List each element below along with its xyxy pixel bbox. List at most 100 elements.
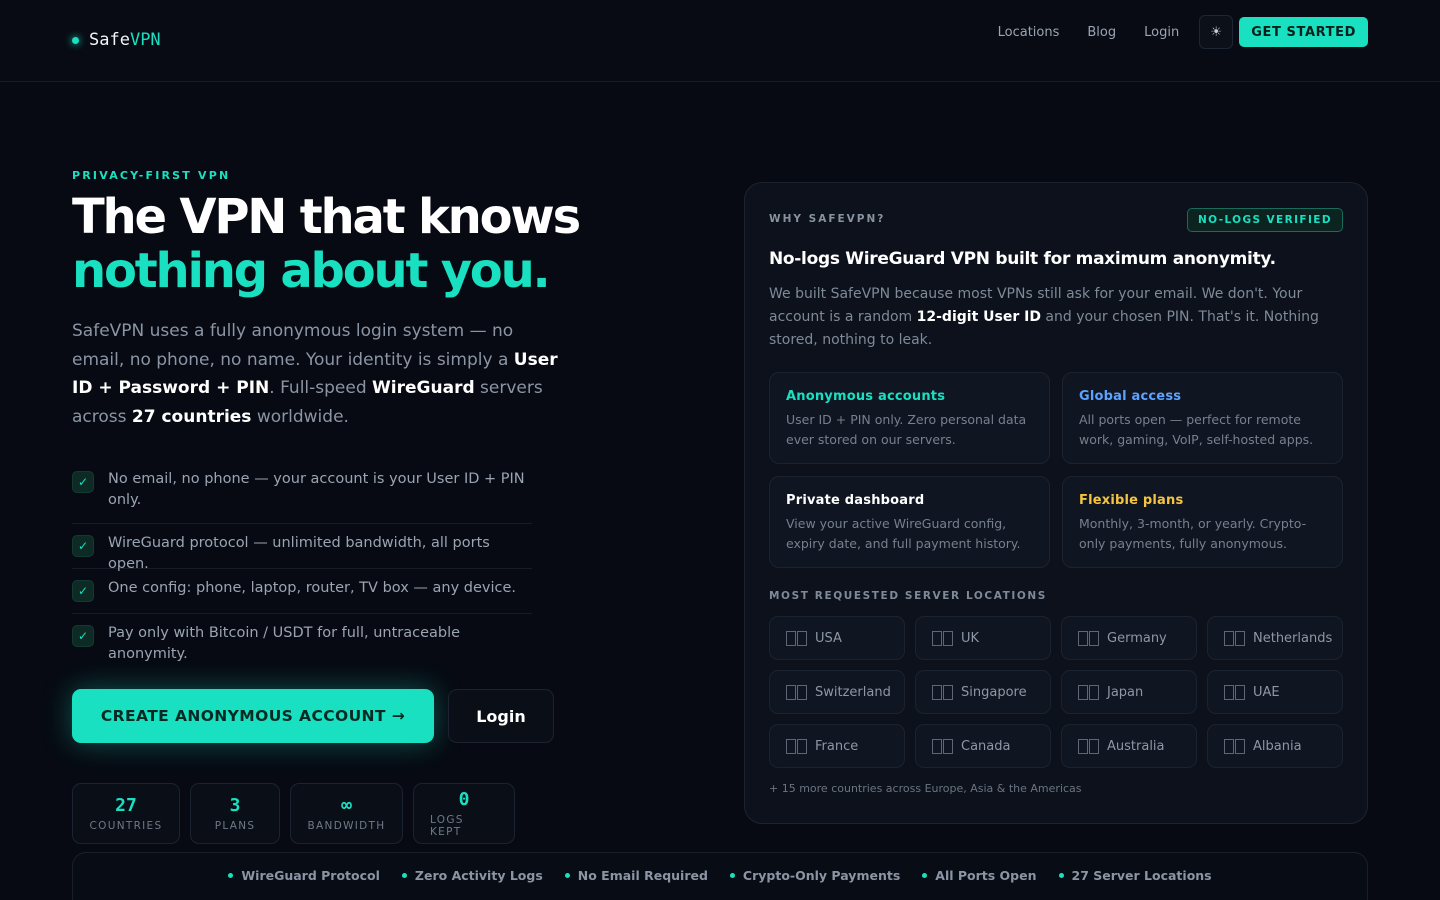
- location-name: Australia: [1107, 738, 1165, 754]
- strip-item: 27 Server Locations: [1058, 868, 1212, 883]
- flag-icon: [932, 684, 953, 700]
- dot-icon: [922, 873, 928, 878]
- headline-line-2: nothing about you.: [72, 243, 551, 299]
- location-name: Singapore: [961, 684, 1027, 700]
- login-button[interactable]: Login: [448, 689, 554, 743]
- card-description: We built SafeVPN because most VPNs still…: [769, 286, 1319, 348]
- strip-item-label: No Email Required: [577, 868, 708, 883]
- stats-row: 27 COUNTRIES 3 PLANS ∞ BANDWIDTH 0 LOGS …: [72, 783, 515, 844]
- card-title: No-logs WireGuard VPN built for maximum …: [769, 249, 1276, 269]
- location-name: Japan: [1107, 684, 1144, 700]
- brand-logo[interactable]: SafeVPN: [72, 30, 161, 50]
- flag-icon: [932, 738, 953, 754]
- hero-cta-group: CREATE ANONYMOUS ACCOUNT → Login: [72, 689, 554, 743]
- feature-flexible-plans: Flexible plans Monthly, 3-month, or year…: [1062, 476, 1343, 568]
- stat-plans: 3 PLANS: [190, 783, 280, 844]
- brand-dot-icon: [72, 36, 79, 44]
- dot-icon: [401, 873, 407, 878]
- feature-private-dashboard: Private dashboard View your active WireG…: [769, 476, 1050, 568]
- stat-logs: 0 LOGS KEPT: [413, 783, 515, 844]
- dot-icon: [1058, 873, 1064, 878]
- hero-headline: The VPN that knows nothing about you.: [72, 190, 632, 298]
- dot-icon: [564, 873, 570, 878]
- nav-links: Locations Blog Login ☀ GET STARTED: [998, 15, 1368, 49]
- check-icon: ✓: [72, 535, 94, 557]
- feature-global-access: Global access All ports open — perfect f…: [1062, 372, 1343, 464]
- location-chip-uae[interactable]: UAE: [1207, 670, 1343, 714]
- flag-icon: [1224, 738, 1245, 754]
- stat-countries: 27 COUNTRIES: [72, 783, 180, 844]
- strip-item: All Ports Open: [922, 868, 1037, 883]
- location-chip-singapore[interactable]: Singapore: [915, 670, 1051, 714]
- hero-lead: SafeVPN uses a fully anonymous login sys…: [72, 321, 558, 427]
- flag-icon: [786, 738, 807, 754]
- location-chip-netherlands[interactable]: Netherlands: [1207, 616, 1343, 660]
- location-chip-uk[interactable]: UK: [915, 616, 1051, 660]
- headline-line-1: The VPN that knows: [72, 189, 581, 245]
- location-chip-australia[interactable]: Australia: [1061, 724, 1197, 768]
- create-account-button[interactable]: CREATE ANONYMOUS ACCOUNT →: [72, 689, 434, 743]
- dot-icon: [228, 873, 234, 878]
- nav-link-login[interactable]: Login: [1144, 25, 1179, 40]
- brand-name: SafeVPN: [89, 30, 161, 50]
- feature-grid: Anonymous accounts User ID + PIN only. Z…: [769, 372, 1343, 568]
- strip-item-label: Zero Activity Logs: [414, 868, 543, 883]
- flag-icon: [1224, 630, 1245, 646]
- location-name: USA: [815, 630, 842, 646]
- flag-icon: [1078, 630, 1099, 646]
- flag-icon: [1078, 738, 1099, 754]
- strip-items: WireGuard Protocol Zero Activity Logs No E…: [73, 868, 1367, 883]
- location-name: France: [815, 738, 859, 754]
- stat-bandwidth: ∞ BANDWIDTH: [290, 783, 403, 844]
- feature-anonymous-accounts: Anonymous accounts User ID + PIN only. Z…: [769, 372, 1050, 464]
- sun-icon: ☀: [1210, 24, 1223, 40]
- hero-eyebrow: PRIVACY-FIRST VPN: [72, 169, 231, 182]
- location-name: UK: [961, 630, 980, 646]
- location-chip-canada[interactable]: Canada: [915, 724, 1051, 768]
- check-item: ✓ One config: phone, laptop, router, TV …: [72, 569, 532, 614]
- strip-item: No Email Required: [564, 868, 708, 883]
- feature-checklist: ✓ No email, no phone — your account is y…: [72, 463, 532, 662]
- features-strip: WireGuard Protocol Zero Activity Logs No E…: [72, 852, 1368, 900]
- nav-link-blog[interactable]: Blog: [1087, 25, 1116, 40]
- no-logs-badge: NO-LOGS VERIFIED: [1186, 208, 1343, 232]
- nav-link-locations[interactable]: Locations: [998, 25, 1060, 40]
- why-safevpn-card: WHY SAFEVPN? NO-LOGS VERIFIED No-logs Wi…: [744, 182, 1368, 824]
- flag-icon: [1078, 684, 1099, 700]
- locations-label: MOST REQUESTED SERVER LOCATIONS: [769, 590, 1047, 602]
- flag-icon: [786, 684, 807, 700]
- strip-item-label: Crypto-Only Payments: [742, 868, 901, 883]
- theme-toggle-button[interactable]: ☀: [1199, 15, 1234, 49]
- strip-item: WireGuard Protocol: [228, 868, 380, 883]
- check-icon: ✓: [72, 471, 94, 493]
- locations-grid: USA UK Germany Netherlands Switzerland Singap…: [769, 616, 1343, 768]
- location-name: Netherlands: [1253, 630, 1333, 646]
- strip-item-label: 27 Server Locations: [1071, 868, 1212, 883]
- location-name: UAE: [1253, 684, 1280, 700]
- location-chip-germany[interactable]: Germany: [1061, 616, 1197, 660]
- location-name: Switzerland: [815, 684, 891, 700]
- strip-item: Zero Activity Logs: [401, 868, 543, 883]
- location-chip-france[interactable]: France: [769, 724, 905, 768]
- top-nav: SafeVPN Locations Blog Login ☀ GET START…: [0, 0, 1440, 82]
- check-item: ✓ No email, no phone — your account is y…: [72, 463, 532, 524]
- location-chip-japan[interactable]: Japan: [1061, 670, 1197, 714]
- card-eyebrow: WHY SAFEVPN?: [769, 213, 886, 225]
- location-name: Germany: [1107, 630, 1167, 646]
- location-chip-switzerland[interactable]: Switzerland: [769, 670, 905, 714]
- check-icon: ✓: [72, 625, 94, 647]
- get-started-button[interactable]: GET STARTED: [1239, 17, 1368, 47]
- check-item: ✓ WireGuard protocol — unlimited bandwid…: [72, 524, 532, 572]
- strip-item-label: WireGuard Protocol: [241, 868, 380, 883]
- check-icon: ✓: [72, 580, 94, 602]
- strip-item-label: All Ports Open: [935, 868, 1037, 883]
- location-name: Albania: [1253, 738, 1302, 754]
- location-chip-albania[interactable]: Albania: [1207, 724, 1343, 768]
- strip-item: Crypto-Only Payments: [729, 868, 901, 883]
- location-chip-usa[interactable]: USA: [769, 616, 905, 660]
- location-name: Canada: [961, 738, 1011, 754]
- check-item: ✓ Pay only with Bitcoin / USDT for full,…: [72, 614, 532, 662]
- dot-icon: [729, 873, 735, 878]
- flag-icon: [932, 630, 953, 646]
- flag-icon: [786, 630, 807, 646]
